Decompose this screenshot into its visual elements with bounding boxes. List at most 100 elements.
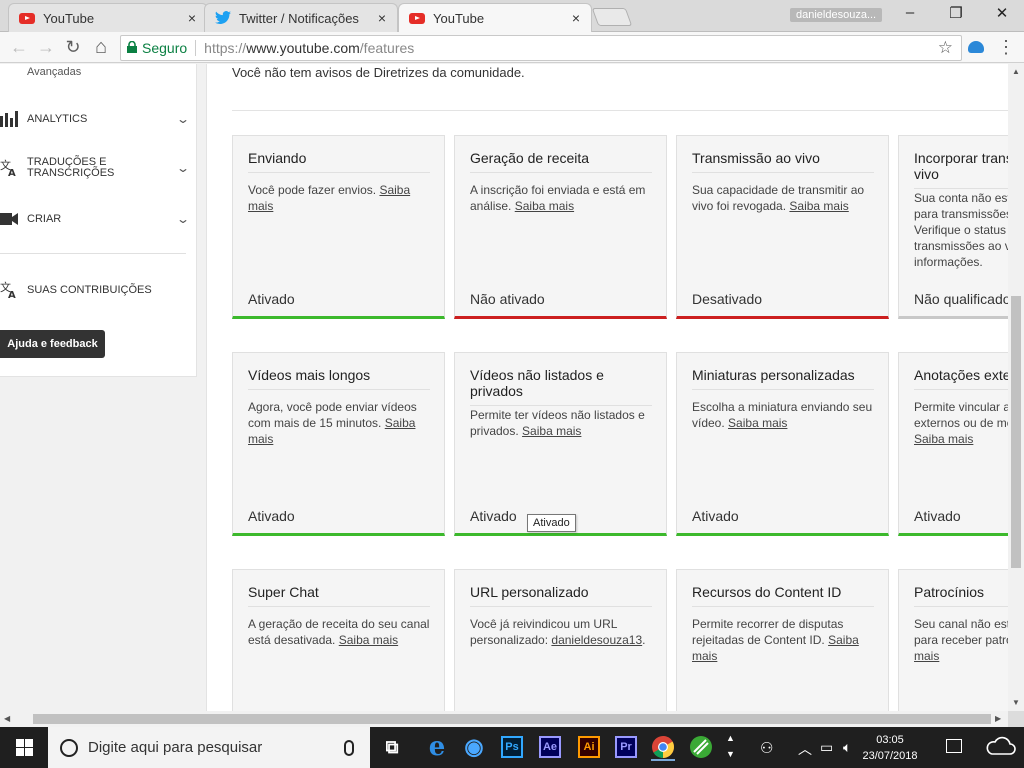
close-icon[interactable]: × — [185, 10, 199, 26]
action-center-icon[interactable] — [946, 739, 962, 753]
feature-card-description: Sua conta não está qualificada para tran… — [914, 190, 1008, 270]
feature-card: Super Chat A geração de receita do seu ca… — [232, 569, 445, 711]
feature-card-description: Permite ter vídeos não listados e privad… — [470, 407, 658, 439]
feature-status: Ativado — [248, 291, 295, 307]
help-feedback-button[interactable]: Ajuda e feedback — [0, 330, 105, 358]
url-path: /features — [359, 40, 415, 56]
learn-more-link[interactable]: Saiba mais — [515, 199, 574, 213]
premiere-label: Pr — [615, 736, 637, 758]
feature-card-description: Você pode fazer envios. Saiba mais — [248, 182, 436, 214]
system-clock[interactable]: 03:05 23/07/2018 — [862, 732, 918, 764]
feature-card-title: Vídeos não listados e privados — [470, 367, 652, 406]
vertical-scrollbar[interactable]: ▲ ▼ — [1008, 64, 1024, 711]
svg-text:A: A — [8, 168, 16, 177]
learn-more-link[interactable]: Saiba mais — [789, 199, 848, 213]
tab-title: Twitter / Notificações — [239, 10, 359, 26]
trailing-text: . — [642, 633, 646, 647]
people-icon[interactable]: ⚇ — [760, 739, 773, 757]
chevron-down-icon[interactable]: ⌄ — [173, 161, 193, 175]
svg-text:A: A — [8, 290, 16, 299]
after-effects-label: Ae — [539, 736, 561, 758]
feature-card: Miniaturas personalizadas Escolha a minia… — [676, 352, 889, 536]
chevron-down-icon[interactable]: ⌄ — [173, 112, 193, 126]
onedrive-cloud-icon[interactable] — [984, 735, 1016, 758]
start-button[interactable] — [0, 727, 48, 768]
feature-card-title: Miniaturas personalizadas — [692, 367, 874, 390]
community-guidelines-notice: Você não tem avisos de Diretrizes da com… — [232, 65, 525, 80]
volume-icon[interactable]: 🔈︎ — [843, 739, 851, 756]
windows-logo-icon — [15, 739, 33, 756]
close-icon[interactable]: × — [569, 10, 583, 26]
clock-time: 03:05 — [876, 734, 904, 746]
back-button[interactable]: ← — [8, 37, 30, 57]
url-prefix: https:// — [204, 40, 247, 56]
sidebar-item-analytics[interactable]: ANALYTICS ⌄ — [0, 110, 190, 128]
premiere-icon[interactable]: Pr — [612, 733, 640, 761]
learn-more-link[interactable]: Saiba mais — [522, 424, 581, 438]
feature-card: Geração de receita A inscrição foi enviad… — [454, 135, 667, 319]
address-bar[interactable]: Seguro https://www.youtube.com/features … — [120, 35, 962, 61]
cloud-extension-icon[interactable] — [968, 41, 984, 53]
microphone-icon[interactable] — [344, 739, 354, 756]
description-text: Sua conta não está qualificada para tran… — [914, 191, 1008, 269]
learn-more-link[interactable]: Saiba mais — [728, 416, 787, 430]
youtube-icon — [19, 10, 35, 26]
sidebar-sub-item[interactable]: Avançadas — [27, 66, 81, 78]
forward-button[interactable]: → — [35, 37, 57, 57]
scroll-left-icon[interactable]: ◀ — [4, 714, 10, 723]
photoshop-icon[interactable]: Ps — [498, 733, 526, 761]
secure-label: Seguro — [142, 40, 188, 56]
clock-date: 23/07/2018 — [862, 750, 918, 762]
green-app-icon[interactable] — [687, 733, 715, 761]
browser-tab-twitter[interactable]: Twitter / Notificações × — [204, 3, 398, 32]
close-icon[interactable]: × — [375, 10, 389, 26]
minimize-button[interactable]: – — [898, 4, 922, 24]
restore-button[interactable]: ❐ — [944, 4, 968, 24]
feature-card-description: Você já reivindicou um URL personalizado… — [470, 616, 658, 648]
taskbar-scroll-icon[interactable]: ▲ ▼ — [726, 730, 735, 762]
video-camera-icon — [0, 210, 20, 228]
bookmark-star-icon[interactable]: ☆ — [938, 38, 953, 58]
browser-menu-icon[interactable]: ⋮ — [997, 37, 1015, 57]
media-app-icon[interactable]: ◉ — [460, 733, 488, 761]
feature-card-description: Seu canal não está qualificado para rece… — [914, 616, 1008, 664]
after-effects-icon[interactable]: Ae — [536, 733, 564, 761]
network-icon[interactable]: ▭ — [820, 739, 833, 756]
learn-more-link[interactable]: Saiba mais — [339, 633, 398, 647]
edge-icon[interactable]: e — [423, 732, 451, 762]
horizontal-scroll-thumb[interactable] — [33, 714, 991, 724]
profile-name[interactable]: danieldesouza... — [790, 8, 883, 22]
feature-card-description: A inscrição foi enviada e está em anális… — [470, 182, 658, 214]
browser-tab-youtube-active[interactable]: YouTube × — [398, 3, 592, 32]
chevron-down-icon[interactable]: ⌄ — [173, 212, 193, 226]
sidebar-item-translations[interactable]: 文A TRADUÇÕES E TRANSCRIÇÕES ⌄ — [0, 157, 190, 179]
lock-icon[interactable] — [127, 40, 137, 56]
url-text[interactable]: https://www.youtube.com/features — [204, 40, 414, 56]
scroll-down-icon[interactable]: ▼ — [1012, 698, 1020, 707]
feature-status: Não ativado — [470, 291, 545, 307]
new-tab-button[interactable] — [591, 8, 633, 26]
feature-status: Não qualificado — [914, 291, 1008, 307]
learn-more-link[interactable]: Saiba mais — [914, 432, 973, 446]
browser-tab-youtube-1[interactable]: YouTube × — [8, 3, 208, 32]
taskbar-search[interactable]: Digite aqui para pesquisar — [48, 727, 370, 768]
translate-icon: 文A — [0, 159, 20, 177]
home-button[interactable]: ⌂ — [90, 37, 112, 57]
reload-button[interactable]: ↻ — [62, 37, 84, 57]
horizontal-scrollbar[interactable]: ◀ ▶ — [0, 711, 1008, 727]
chrome-icon[interactable] — [649, 733, 677, 761]
vertical-scroll-thumb[interactable] — [1011, 296, 1021, 568]
chevron-up-icon[interactable]: ︿ — [798, 739, 812, 759]
task-view-icon[interactable]: ⧉ — [378, 733, 406, 761]
sidebar-item-create[interactable]: CRIAR ⌄ — [0, 210, 190, 228]
sidebar-item-contributions[interactable]: 文A SUAS CONTRIBUIÇÕES — [0, 281, 190, 299]
illustrator-icon[interactable]: Ai — [575, 733, 603, 761]
scroll-up-icon[interactable]: ▲ — [1012, 67, 1020, 76]
scroll-right-icon[interactable]: ▶ — [995, 714, 1001, 723]
active-indicator — [651, 759, 675, 761]
learn-more-link[interactable]: danieldesouza13 — [551, 633, 642, 647]
sidebar-item-label: TRADUÇÕES E TRANSCRIÇÕES — [27, 156, 115, 179]
browser-tab-strip: YouTube × Twitter / Notificações × YouTu… — [0, 0, 1024, 32]
feature-card-description: Permite recorrer de disputas rejeitadas … — [692, 616, 880, 664]
close-window-button[interactable]: ✕ — [990, 4, 1014, 24]
